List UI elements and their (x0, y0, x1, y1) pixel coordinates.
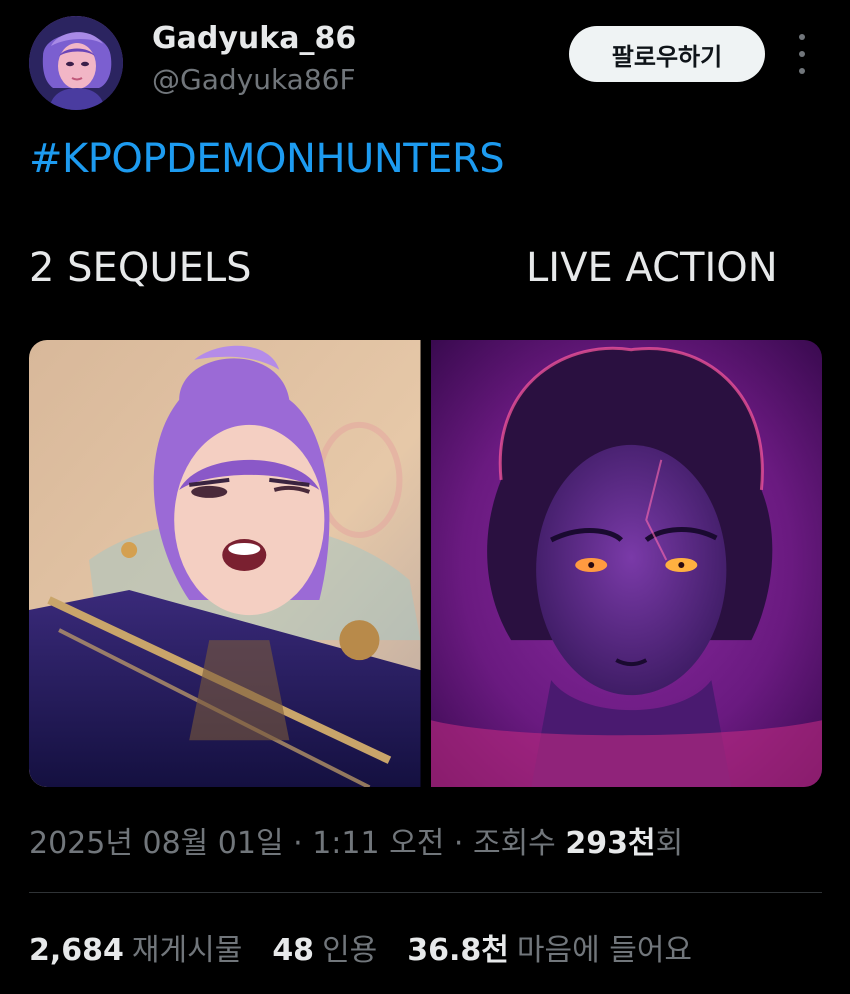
reposts-stat[interactable]: 2,684 재게시물 (29, 925, 242, 969)
avatar[interactable] (29, 16, 123, 110)
views-label-prefix: 조회수 (472, 826, 556, 861)
likes-count: 36.8천 (407, 933, 509, 968)
media-image-live-action[interactable] (430, 340, 822, 787)
quotes-count: 48 (272, 933, 315, 968)
likes-stat[interactable]: 36.8천 마음에 들어요 (407, 925, 692, 969)
media-image-animated[interactable] (29, 340, 421, 787)
more-dot (799, 68, 805, 74)
meta-separator: · (293, 826, 303, 861)
likes-label: 마음에 들어요 (516, 933, 693, 968)
animated-character-image (29, 340, 421, 787)
meta-separator: · (453, 826, 464, 861)
post-date[interactable]: 2025년 08월 01일 (29, 826, 284, 861)
display-name[interactable]: Gadyuka_86 (152, 21, 356, 56)
post-stats: 2,684 재게시물 48 인용 36.8천 마음에 들어요 (29, 925, 692, 969)
views-count: 293천 (565, 826, 656, 861)
post-meta: 2025년 08월 01일 · 1:11 오전 · 조회수 293천회 (29, 818, 683, 862)
hashtag-link[interactable]: #KPOPDEMONHUNTERS (29, 136, 505, 182)
divider (29, 892, 822, 893)
post-text-left: 2 SEQUELS (29, 245, 252, 291)
more-vertical-icon[interactable] (788, 34, 816, 74)
user-handle[interactable]: @Gadyuka86F (152, 63, 356, 96)
post-text-right: LIVE ACTION (526, 245, 778, 291)
quotes-stat[interactable]: 48 인용 (272, 925, 377, 969)
reposts-label: 재게시물 (131, 933, 243, 968)
views-label-suffix: 회 (655, 826, 684, 861)
more-dot (799, 51, 805, 57)
follow-button[interactable]: 팔로우하기 (569, 26, 765, 82)
quotes-label: 인용 (322, 933, 378, 968)
media-gallery[interactable] (29, 340, 822, 787)
avatar-image (29, 16, 123, 110)
live-action-character-image (430, 340, 822, 787)
post-time[interactable]: 1:11 오전 (312, 826, 444, 861)
reposts-count: 2,684 (29, 933, 124, 968)
more-dot (799, 34, 805, 40)
